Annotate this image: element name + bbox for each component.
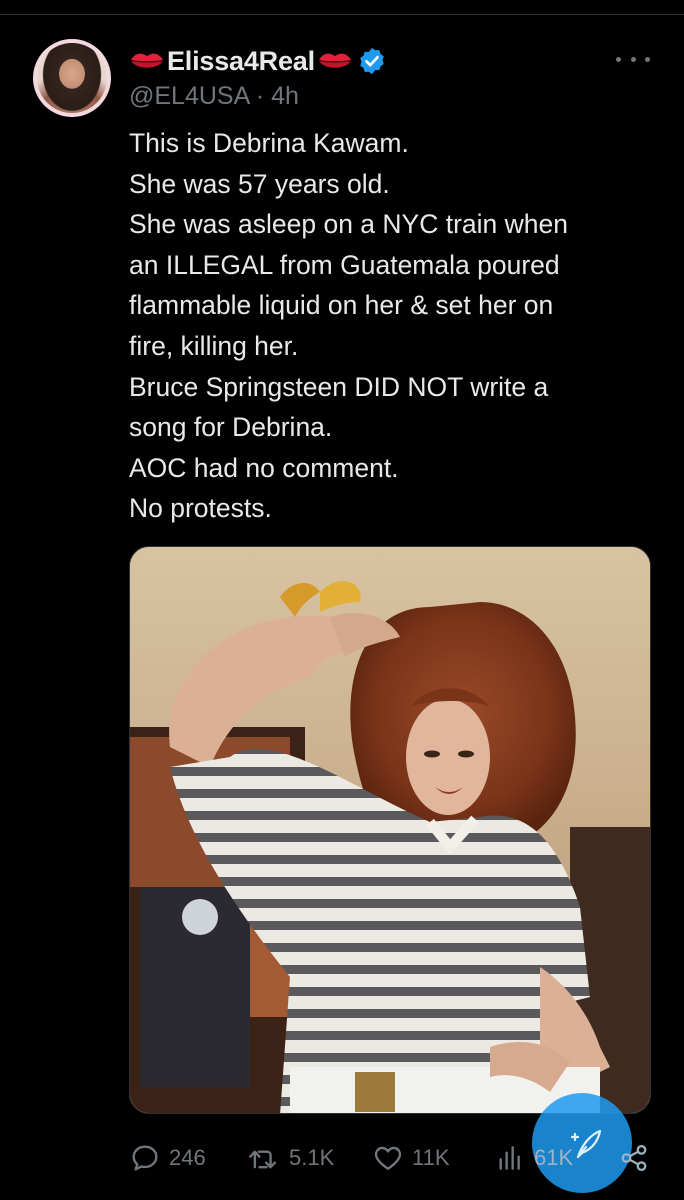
tweet-text-line: an ILLEGAL from Guatemala poured [129, 249, 560, 280]
share-icon [621, 1145, 647, 1171]
tweet-photo[interactable] [129, 546, 651, 1114]
retweet-count: 5.1K [289, 1145, 335, 1170]
handle[interactable]: @EL4USA [129, 82, 249, 110]
views-button[interactable]: 61K [494, 1136, 573, 1180]
action-bar: 246 5.1K 11K 61K [129, 1136, 659, 1180]
tweet-header: Elissa4Real [129, 41, 387, 81]
tweet-text-line: She was asleep on a NYC train when [129, 209, 568, 240]
tweet-text-line: fire, killing her. [129, 330, 299, 361]
heart-icon [374, 1146, 402, 1170]
lips-icon [129, 50, 165, 72]
tweet-text-line: AOC had no comment. [129, 452, 399, 483]
handle-row: @EL4USA · 4h [129, 82, 299, 111]
tweet-text-line: This is Debrina Kawam. [129, 128, 409, 158]
reply-count: 246 [169, 1145, 206, 1170]
tweet-text-line: song for Debrina. [129, 412, 333, 443]
dot [645, 56, 650, 62]
reply-icon [132, 1145, 158, 1171]
separator: · [255, 82, 265, 110]
more-options-icon[interactable] [616, 48, 650, 70]
views-chart-icon [499, 1146, 520, 1170]
display-name[interactable]: Elissa4Real [167, 46, 315, 77]
tweet-text-line: flammable liquid on her & set her on [129, 290, 554, 321]
verified-badge-icon[interactable] [357, 46, 387, 76]
views-count: 61K [534, 1145, 574, 1170]
dot [630, 56, 636, 62]
dot [616, 56, 621, 62]
retweet-icon [249, 1150, 277, 1169]
tweet-text: This is Debrina Kawam. She was 57 years … [129, 123, 659, 529]
retweet-button[interactable]: 5.1K [247, 1136, 334, 1180]
tweet-text-line: Bruce Springsteen DID NOT write a [129, 371, 549, 402]
tweet-text-line: No protests. [129, 493, 272, 524]
reply-button[interactable]: 246 [129, 1136, 206, 1180]
timestamp[interactable]: 4h [271, 82, 299, 110]
avatar[interactable] [33, 39, 111, 117]
like-count: 11K [412, 1145, 450, 1170]
top-divider [0, 14, 684, 15]
share-button[interactable] [619, 1136, 657, 1180]
lips-icon [317, 50, 353, 72]
like-button[interactable]: 11K [372, 1136, 450, 1180]
tweet-text-line: She was 57 years old. [129, 168, 390, 199]
avatar-image [37, 43, 107, 113]
